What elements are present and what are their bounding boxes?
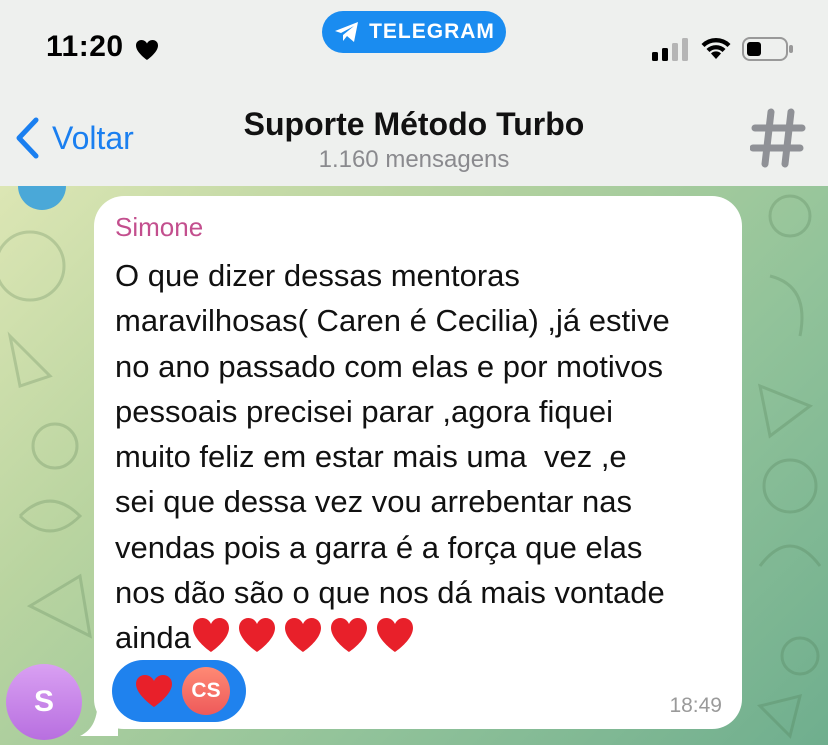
heart-emoji-icon [330,618,367,653]
battery-icon [742,37,793,61]
message-text: O que dizer dessas mentoras maravilhosas… [115,253,722,661]
heart-reaction-icon [136,675,172,707]
sender-avatar[interactable]: S [6,664,82,740]
chat-header: 11:20 TELEGRAM Voltar Suporte Método Tur… [0,0,828,187]
message-time: 18:49 [669,694,722,717]
cellular-signal-icon [652,38,688,61]
channel-hash-icon[interactable] [750,108,806,168]
heart-emoji-row [191,618,421,655]
heart-emoji-icon [238,618,275,653]
wifi-icon [701,37,731,59]
chat-area[interactable]: S Simone O que dizer dessas mentoras mar… [0,186,828,745]
status-time: 11:20 [46,30,124,63]
heart-emoji-icon [192,618,229,653]
sender-name[interactable]: Simone [115,212,722,243]
telegram-plane-icon [335,22,359,42]
heart-emoji-icon [284,618,321,653]
reactor-avatar: CS [182,667,230,715]
message-body: O que dizer dessas mentoras maravilhosas… [115,258,670,656]
chat-subtitle: 1.160 mensagens [318,146,510,173]
telegram-return-pill[interactable]: TELEGRAM [322,11,506,53]
chat-title[interactable]: Suporte Método Turbo [0,106,828,143]
heart-status-icon [136,40,158,60]
reaction-pill[interactable]: CS [112,660,246,722]
heart-emoji-icon [376,618,413,653]
telegram-pill-label: TELEGRAM [369,20,495,43]
message-bubble[interactable]: Simone O que dizer dessas mentoras marav… [94,196,742,729]
